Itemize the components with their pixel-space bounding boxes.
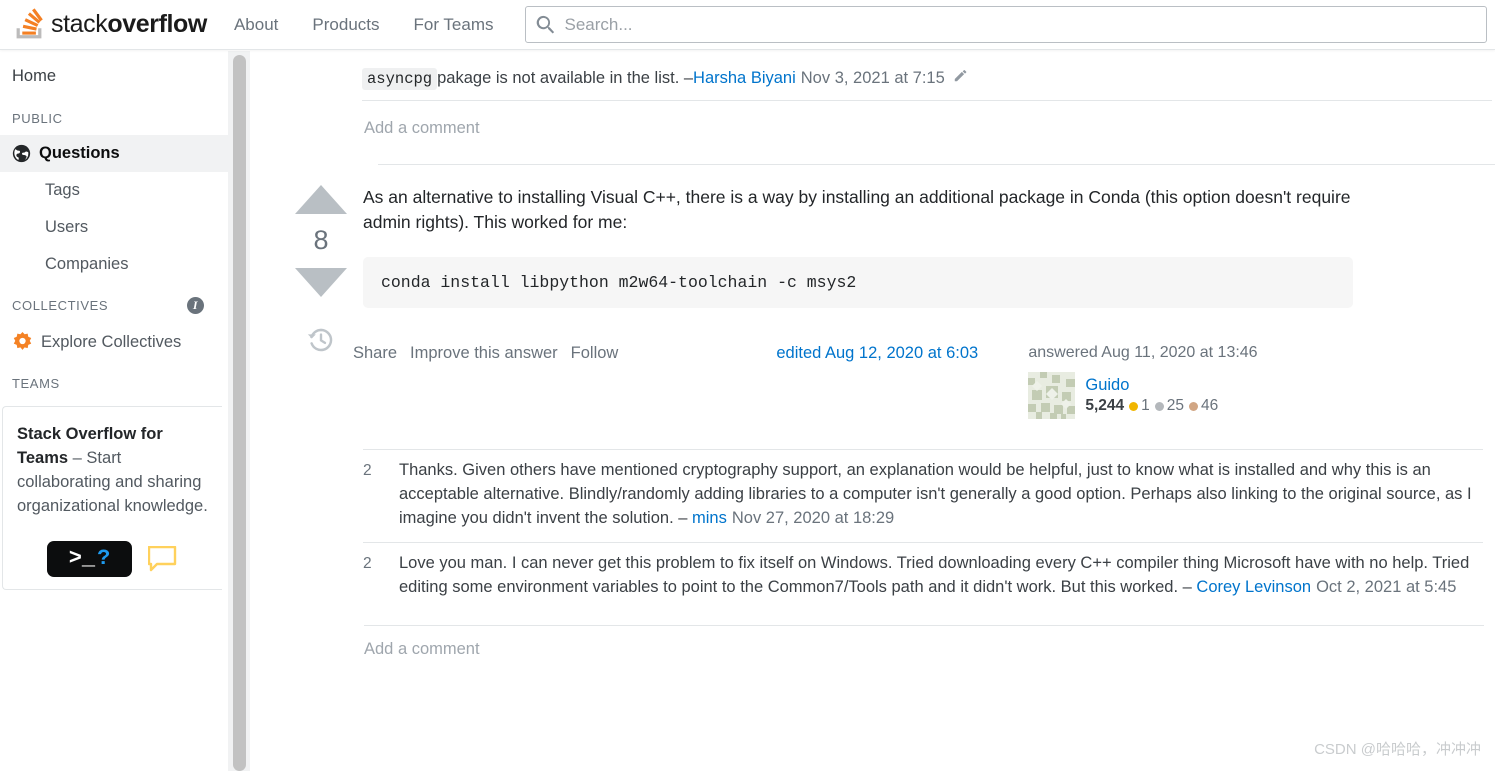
reputation-row: 5,244 1 25 46 <box>1085 397 1218 415</box>
bronze-badge-dot <box>1189 402 1198 411</box>
search-box[interactable] <box>525 6 1488 43</box>
improve-answer-link[interactable]: Improve this answer <box>410 344 558 363</box>
silver-badge-dot <box>1155 402 1164 411</box>
csdn-watermark: CSDN @哈哈哈，冲冲冲 <box>1314 738 1481 759</box>
terminal-question-glyph: ? <box>97 546 110 571</box>
add-comment-link-top[interactable]: Add a comment <box>364 119 1495 138</box>
sidebar-section-collectives: COLLECTIVES i <box>0 283 232 323</box>
nav-link-about[interactable]: About <box>217 0 295 49</box>
user-name-link[interactable]: Guido <box>1085 376 1218 395</box>
stackoverflow-logo[interactable]: stackoverflow <box>0 0 217 49</box>
bronze-badge: 46 <box>1189 397 1218 415</box>
bronze-badge-count: 46 <box>1201 397 1218 415</box>
comment-top-text: pakage is not available in the list. – <box>437 69 693 88</box>
top-navigation-bar: stackoverflow About Products For Teams <box>0 0 1495 50</box>
user-name-and-reputation: Guido 5,244 1 25 46 <box>1085 376 1218 415</box>
sidebar-item-explore-collectives[interactable]: Explore Collectives <box>0 323 232 362</box>
answer-meta-row: Share Improve this answer Follow edited … <box>353 344 1495 419</box>
downvote-button[interactable] <box>295 268 347 297</box>
sidebar-item-explore-collectives-label: Explore Collectives <box>41 333 181 352</box>
terminal-icon[interactable]: >_? <box>47 541 132 577</box>
teams-promo-card[interactable]: Stack Overflow for Teams – Start collabo… <box>2 406 222 590</box>
sidebar-section-public: PUBLIC <box>0 97 232 135</box>
terminal-prompt-glyph: >_ <box>69 546 95 571</box>
silver-badge-count: 25 <box>1167 397 1184 415</box>
sidebar-item-users[interactable]: Users <box>0 209 232 246</box>
sidebar-item-questions-label: Questions <box>39 144 120 163</box>
silver-badge: 25 <box>1155 397 1184 415</box>
gold-badge-count: 1 <box>1141 397 1150 415</box>
comment-text-wrapper: Love you man. I can never get this probl… <box>399 552 1483 600</box>
answer-paragraph: As an alternative to installing Visual C… <box>363 185 1363 235</box>
collectives-star-icon <box>12 332 33 353</box>
left-sidebar: Home PUBLIC Questions Tags Users Compani… <box>0 51 232 771</box>
comment-text: Thanks. Given others have mentioned cryp… <box>399 461 1472 527</box>
upvote-button[interactable] <box>295 185 347 214</box>
answered-timestamp: answered Aug 11, 2020 at 13:46 <box>1028 344 1257 362</box>
teams-promo-icons: >_? <box>17 541 208 577</box>
gold-badge: 1 <box>1129 397 1150 415</box>
gold-badge-dot <box>1129 402 1138 411</box>
answer-code-block: conda install libpython m2w64-toolchain … <box>363 257 1353 308</box>
comment-item: 2 Love you man. I can never get this pro… <box>363 542 1483 611</box>
sidebar-section-teams-label: TEAMS <box>12 376 60 391</box>
comment-top-author-link[interactable]: Harsha Biyani <box>693 69 796 88</box>
sidebar-item-home[interactable]: Home <box>0 56 232 97</box>
sidebar-item-companies-label: Companies <box>45 255 128 274</box>
comment-list: 2 Thanks. Given others have mentioned cr… <box>363 449 1483 611</box>
answer-post: 8 As an alternative to installing Visual… <box>250 185 1495 659</box>
user-card[interactable]: Guido 5,244 1 25 46 <box>1028 372 1257 419</box>
comment-top: asyncpg pakage is not available in the l… <box>362 67 1492 101</box>
share-link[interactable]: Share <box>353 344 397 363</box>
comment-top-timestamp: Nov 3, 2021 at 7:15 <box>801 69 945 88</box>
teams-promo-text: Stack Overflow for Teams – Start collabo… <box>17 423 208 519</box>
logo-text-bold: overflow <box>107 10 207 38</box>
main-content: asyncpg pakage is not available in the l… <box>250 51 1495 771</box>
answer-author-card: answered Aug 11, 2020 at 13:46 <box>1028 344 1257 419</box>
teams-promo-dash: – <box>68 449 86 467</box>
vote-cell: 8 <box>290 185 352 355</box>
comment-author-link[interactable]: mins <box>692 509 727 527</box>
comment-item: 2 Thanks. Given others have mentioned cr… <box>363 449 1483 542</box>
comment-timestamp: Oct 2, 2021 at 5:45 <box>1316 578 1456 596</box>
answer-edited-text[interactable]: edited Aug 12, 2020 at 6:03 <box>776 344 978 362</box>
search-icon <box>536 15 556 35</box>
logo-text-light: stack <box>51 10 107 38</box>
answer-action-links: Share Improve this answer Follow <box>353 344 618 363</box>
sidebar-item-tags-label: Tags <box>45 181 80 200</box>
comment-text-wrapper: Thanks. Given others have mentioned cryp… <box>399 459 1483 531</box>
stackoverflow-logo-icon <box>14 8 44 42</box>
nav-link-products[interactable]: Products <box>295 0 396 49</box>
inline-code-asyncpg: asyncpg <box>362 68 437 90</box>
sidebar-item-questions[interactable]: Questions <box>0 135 232 172</box>
sidebar-section-teams: TEAMS <box>0 362 232 400</box>
comment-score: 2 <box>363 459 399 531</box>
sidebar-item-users-label: Users <box>45 218 88 237</box>
nav-link-for-teams[interactable]: For Teams <box>397 0 511 49</box>
stackoverflow-logo-text: stackoverflow <box>51 10 207 39</box>
answer-body: As an alternative to installing Visual C… <box>363 185 1363 308</box>
comment-timestamp: Nov 27, 2020 at 18:29 <box>732 509 894 527</box>
follow-link[interactable]: Follow <box>571 344 619 363</box>
comment-score: 2 <box>363 552 399 600</box>
speech-bubble-icon[interactable] <box>148 546 178 572</box>
vote-count: 8 <box>290 225 352 256</box>
answer-edited-link[interactable]: edited Aug 12, 2020 at 6:03 <box>776 344 1006 363</box>
avatar[interactable] <box>1028 372 1075 419</box>
reputation-score: 5,244 <box>1085 397 1124 415</box>
info-icon[interactable]: i <box>187 297 204 314</box>
sidebar-item-companies[interactable]: Companies <box>0 246 232 283</box>
answer-section-divider <box>378 164 1495 165</box>
sidebar-section-collectives-label: COLLECTIVES <box>12 298 108 313</box>
globe-icon <box>12 144 31 163</box>
add-comment-link-bottom[interactable]: Add a comment <box>364 625 1484 659</box>
sidebar-item-tags[interactable]: Tags <box>0 172 232 209</box>
revision-history-icon[interactable] <box>290 325 352 355</box>
sidebar-section-public-label: PUBLIC <box>12 111 63 126</box>
comment-author-link[interactable]: Corey Levinson <box>1196 578 1311 596</box>
edit-pencil-icon[interactable] <box>953 67 969 88</box>
search-input[interactable] <box>556 14 1477 36</box>
sidebar-scrollbar-thumb[interactable] <box>233 55 246 771</box>
